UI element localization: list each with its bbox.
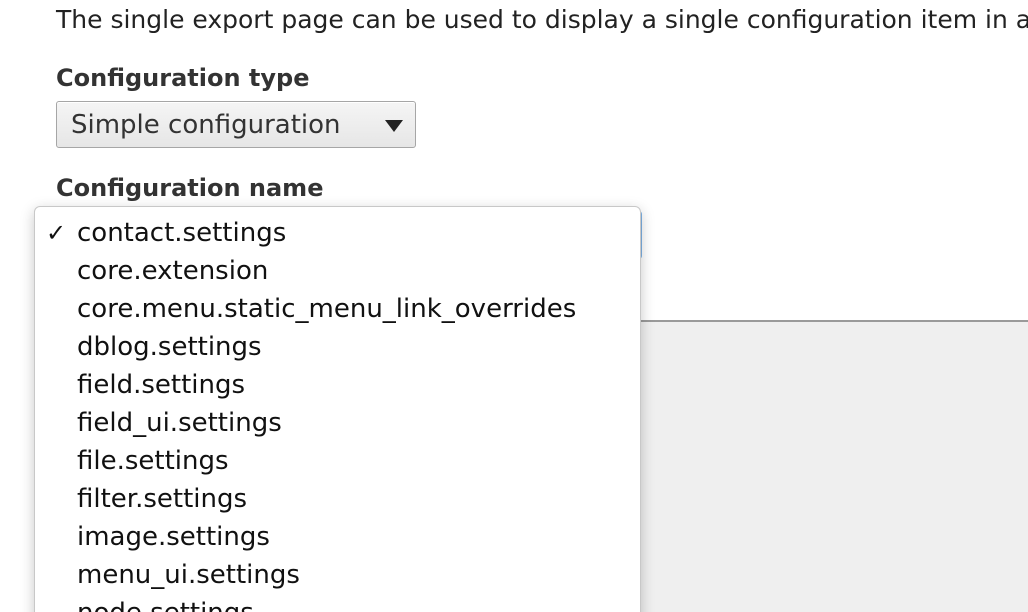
intro-text: The single export page can be used to di… [56,5,1028,34]
dropdown-option-label: filter.settings [77,484,248,514]
checkmark-icon: ✓ [46,219,67,247]
dropdown-option-label: menu_ui.settings [77,560,300,590]
dropdown-option-label: core.menu.static_menu_link_overrides [77,294,577,324]
dropdown-option-label: file.settings [77,446,229,476]
dropdown-option[interactable]: ✓node.settings [35,594,640,612]
dropdown-option[interactable]: ✓ contact.settings [35,214,640,252]
config-name-label: Configuration name [56,174,324,202]
dropdown-option-label: field_ui.settings [77,408,282,438]
config-type-select[interactable]: Simple configuration [56,101,416,148]
dropdown-option[interactable]: ✓dblog.settings [35,328,640,366]
dropdown-option-label: dblog.settings [77,332,262,362]
dropdown-option-label: image.settings [77,522,270,552]
dropdown-option[interactable]: ✓field.settings [35,366,640,404]
dropdown-option-label: contact.settings [77,218,287,248]
dropdown-option[interactable]: ✓filter.settings [35,480,640,518]
dropdown-option[interactable]: ✓core.extension [35,252,640,290]
dropdown-option-label: node.settings [77,598,254,612]
config-name-dropdown-popup: ✓ contact.settings ✓core.extension✓core.me… [34,206,641,612]
config-type-selected-value: Simple configuration [71,110,341,140]
config-type-label: Configuration type [56,64,310,92]
dropdown-option[interactable]: ✓field_ui.settings [35,404,640,442]
dropdown-option[interactable]: ✓menu_ui.settings [35,556,640,594]
dropdown-option-label: core.extension [77,256,269,286]
dropdown-option[interactable]: ✓file.settings [35,442,640,480]
dropdown-option[interactable]: ✓core.menu.static_menu_link_overrides [35,290,640,328]
dropdown-option-label: field.settings [77,370,246,400]
dropdown-option[interactable]: ✓image.settings [35,518,640,556]
config-name-option-list: ✓ contact.settings ✓core.extension✓core.me… [35,207,640,612]
chevron-down-icon [385,120,403,132]
